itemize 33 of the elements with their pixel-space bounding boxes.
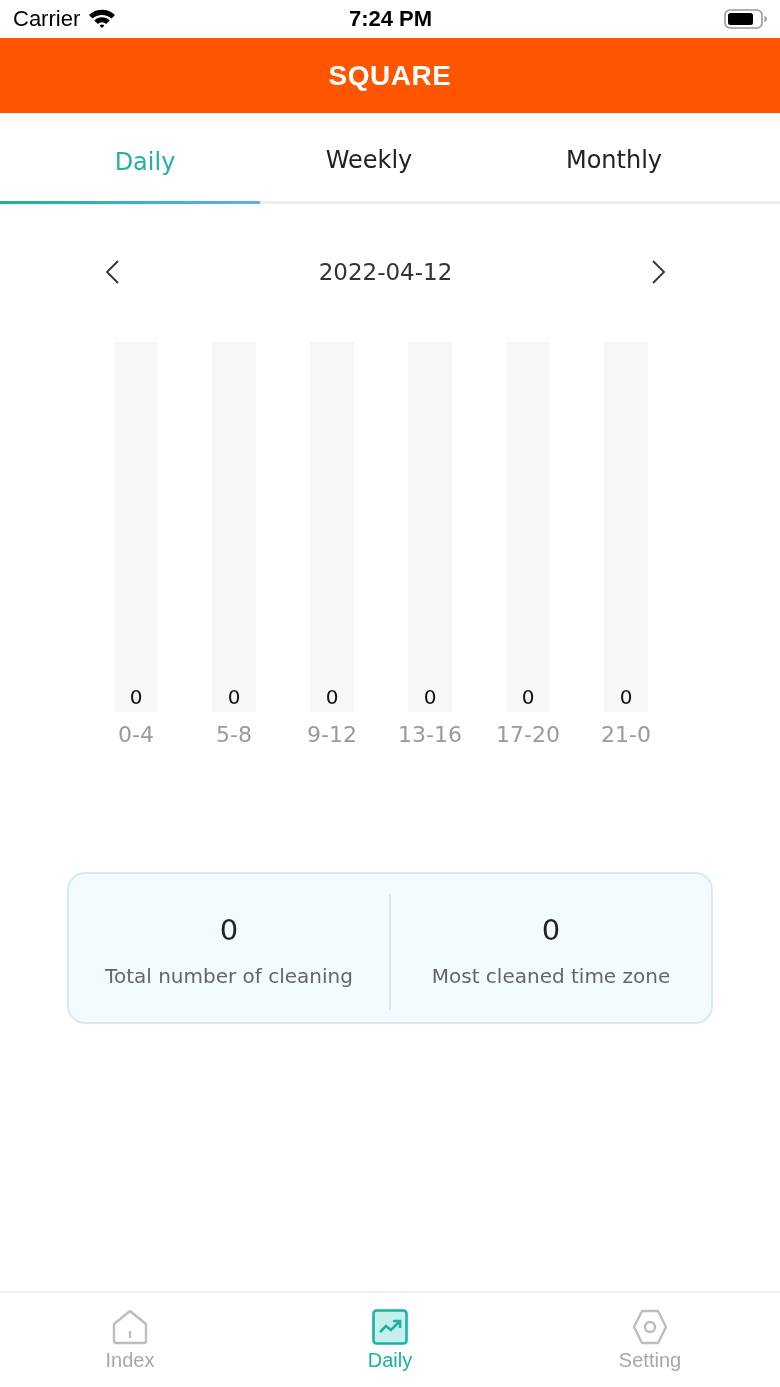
nav-item[interactable]: Index [75, 1293, 185, 1387]
stat-label: Total number of cleaning [105, 963, 353, 990]
clock-time: 7:24 PM [348, 6, 433, 32]
value-label: 0 [325, 685, 339, 709]
tab[interactable]: Weekly [290, 113, 448, 201]
stat-value: 0 [219, 912, 239, 948]
home-icon [112, 1309, 148, 1345]
chevron-left-icon[interactable] [105, 260, 119, 284]
date-label: 2022-04-12 [318, 259, 453, 285]
chart-icon [372, 1309, 408, 1345]
app-title: SQUARE [328, 59, 452, 92]
value-label: 0 [619, 685, 633, 709]
value-label: 0 [423, 685, 437, 709]
battery-icon [724, 9, 768, 29]
nav-item[interactable]: Setting [595, 1293, 705, 1387]
carrier-label: Carrier [13, 6, 81, 32]
axis-label: 17-20 [496, 722, 560, 748]
axis-label: 5-8 [216, 722, 252, 748]
settings-icon [632, 1309, 668, 1345]
wifi-icon [88, 7, 117, 28]
stat-label: Most cleaned time zone [431, 963, 671, 990]
axis-label: 21-0 [601, 722, 651, 748]
chevron-right-icon[interactable] [652, 260, 666, 284]
axis-label: 0-4 [118, 722, 154, 748]
value-label: 0 [129, 685, 143, 709]
nav-item[interactable]: Daily [335, 1293, 445, 1387]
tab[interactable]: Monthly [448, 113, 780, 201]
tab[interactable]: Daily [0, 113, 290, 201]
value-label: 0 [521, 685, 535, 709]
axis-label: 13-16 [398, 722, 462, 748]
stat-value: 0 [541, 912, 561, 948]
value-label: 0 [227, 685, 241, 709]
axis-label: 9-12 [307, 722, 357, 748]
